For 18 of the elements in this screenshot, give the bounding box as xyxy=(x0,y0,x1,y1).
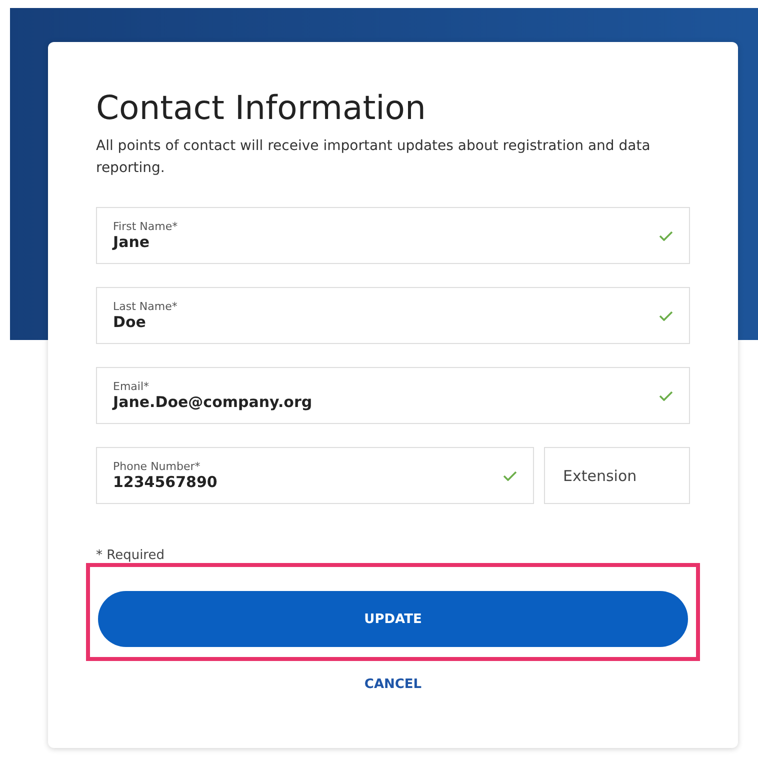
phone-field[interactable]: Phone Number* 1234567890 xyxy=(96,447,534,504)
field-value: Doe xyxy=(113,313,147,331)
text-field[interactable]: Email* Jane.Doe@company.org xyxy=(96,367,690,424)
form-title: Contact Information xyxy=(96,88,427,127)
field-label: Email* xyxy=(113,380,150,393)
text-field[interactable]: Last Name* Doe xyxy=(96,287,690,344)
cancel-link[interactable]: CANCEL xyxy=(364,677,422,692)
field-label: Last Name* xyxy=(113,300,178,313)
extension-field[interactable]: Extension xyxy=(544,447,690,504)
field-label: First Name* xyxy=(113,220,178,233)
update-button[interactable]: UPDATE xyxy=(98,591,688,647)
form-description: All points of contact will receive important updates about registration and data reporting. xyxy=(96,137,652,178)
field-value: Jane xyxy=(113,233,151,251)
field-label: Phone Number* xyxy=(113,460,202,473)
field-value: 1234567890 xyxy=(113,473,218,491)
required-note: * Required xyxy=(96,548,164,563)
text-field[interactable]: First Name* Jane xyxy=(96,207,690,264)
field-value: Jane.Doe@company.org xyxy=(113,393,312,411)
